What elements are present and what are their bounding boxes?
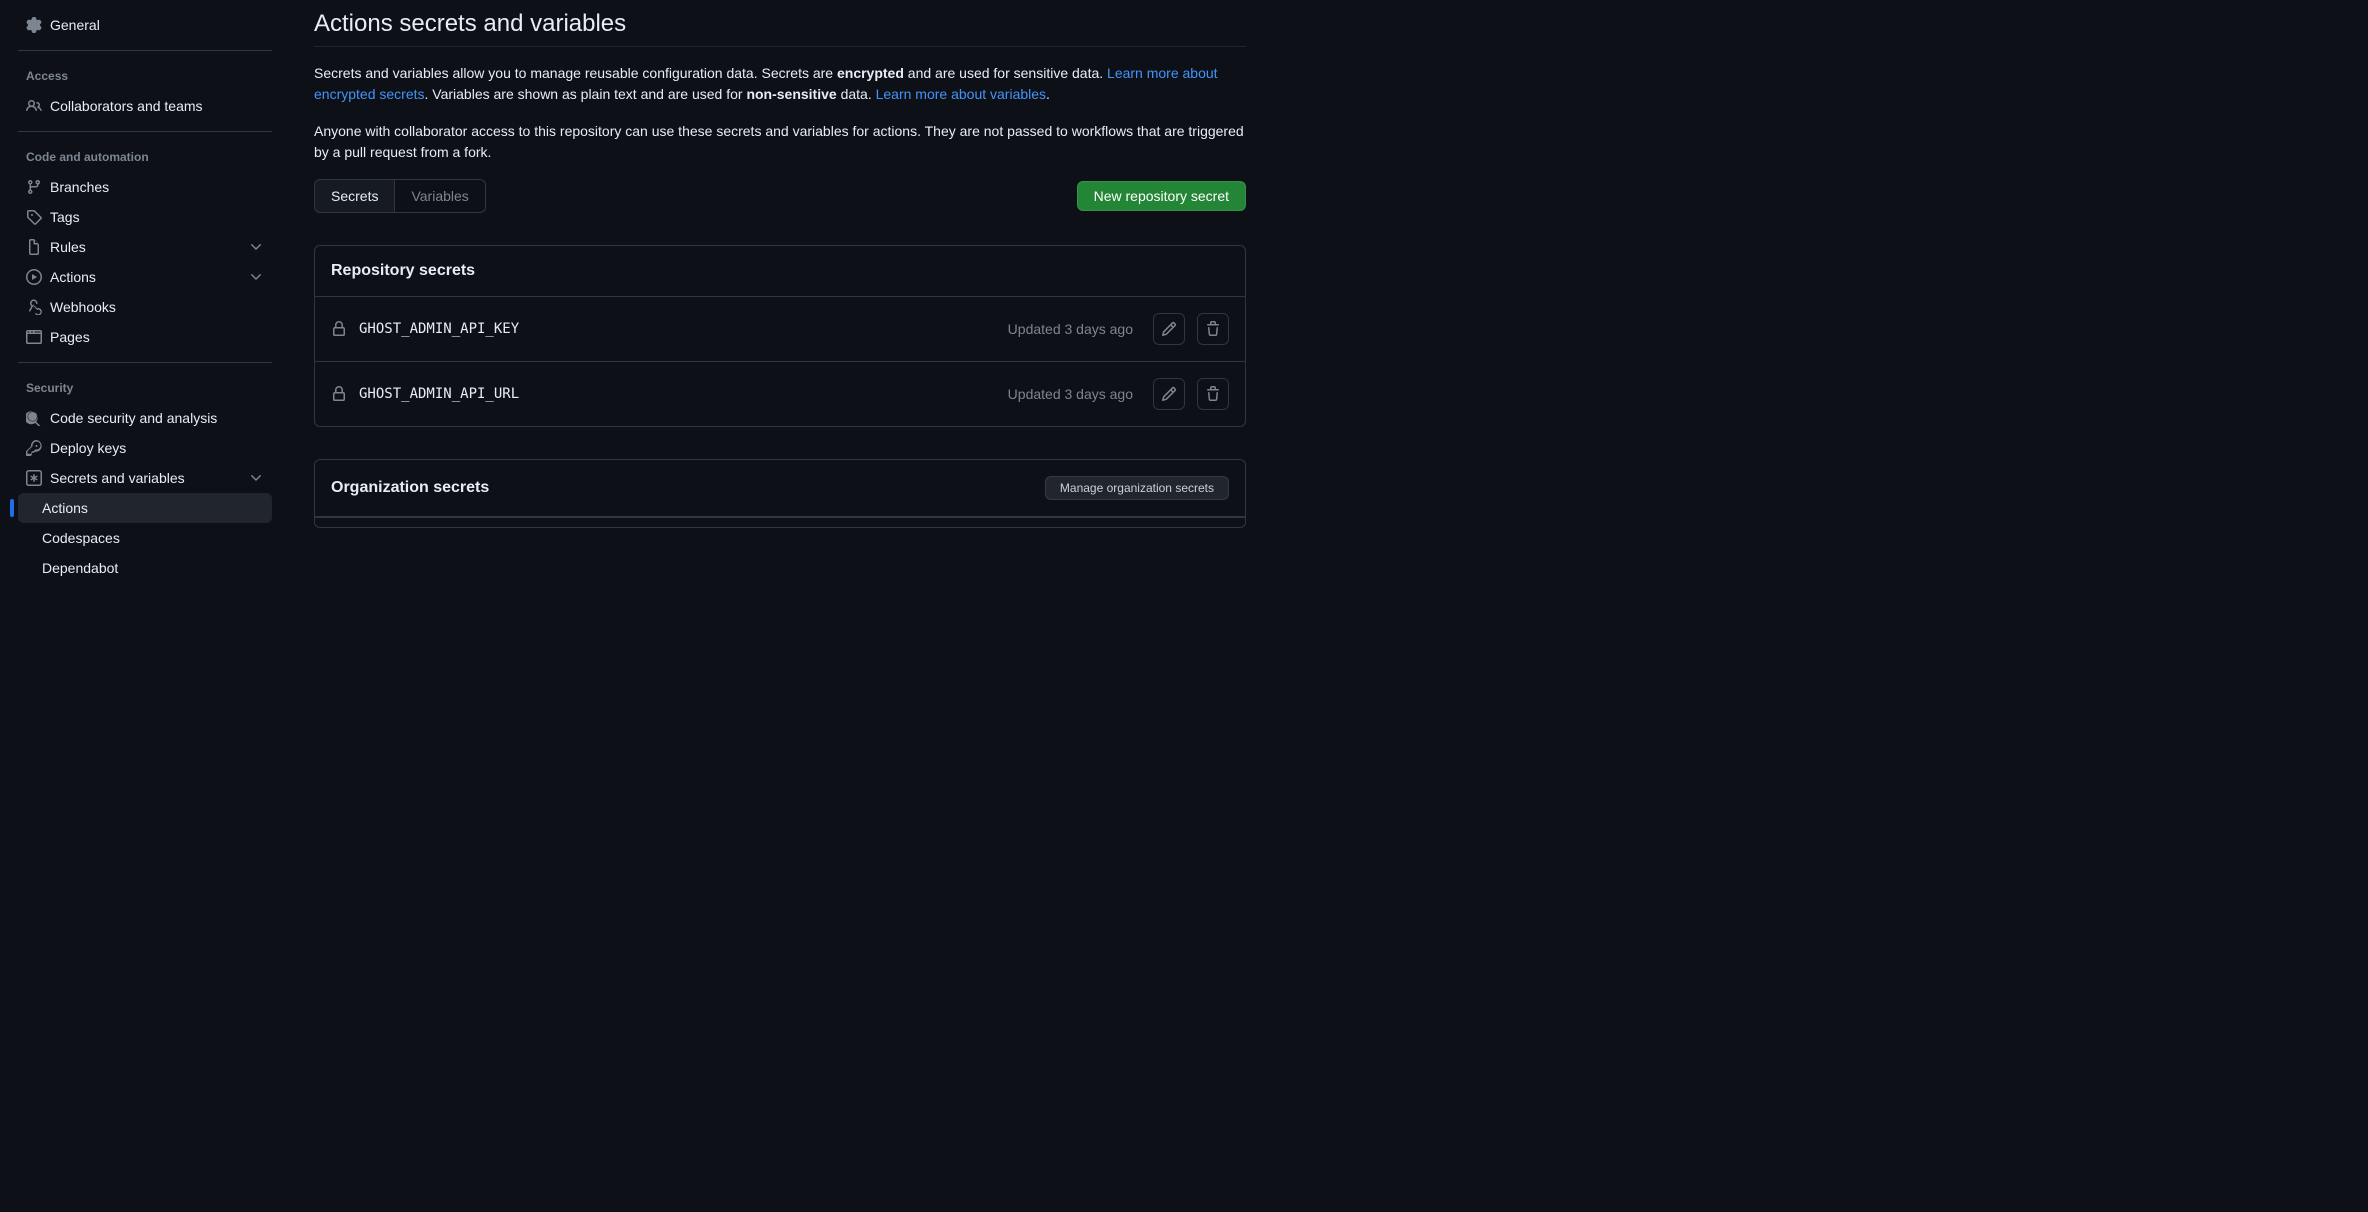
empty-row bbox=[315, 517, 1245, 527]
page-title: Actions secrets and variables bbox=[314, 10, 1246, 47]
sidebar-item-label: Branches bbox=[50, 179, 109, 195]
delete-secret-button[interactable] bbox=[1197, 313, 1229, 345]
secret-updated: Updated 3 days ago bbox=[1008, 321, 1133, 337]
sidebar-heading-code-automation: Code and automation bbox=[18, 142, 272, 172]
sidebar-item-branches[interactable]: Branches bbox=[18, 172, 272, 202]
sidebar-item-label: Dependabot bbox=[42, 560, 118, 576]
text: Secrets and variables allow you to manag… bbox=[314, 65, 837, 81]
lock-icon bbox=[331, 321, 347, 337]
git-branch-icon bbox=[26, 179, 42, 195]
sidebar-item-label: Collaborators and teams bbox=[50, 98, 203, 114]
tab-row: Secrets Variables New repository secret bbox=[314, 179, 1246, 213]
organization-secrets-header: Organization secrets Manage organization… bbox=[315, 460, 1245, 517]
edit-secret-button[interactable] bbox=[1153, 313, 1185, 345]
tabs: Secrets Variables bbox=[314, 179, 486, 213]
sidebar-item-label: Secrets and variables bbox=[50, 470, 185, 486]
sidebar-subitem-codespaces[interactable]: Codespaces bbox=[18, 523, 272, 553]
repo-push-icon bbox=[26, 239, 42, 255]
sidebar-subitem-actions[interactable]: Actions bbox=[18, 493, 272, 523]
play-icon bbox=[26, 269, 42, 285]
sidebar-item-tags[interactable]: Tags bbox=[18, 202, 272, 232]
chevron-down-icon bbox=[248, 470, 264, 486]
sidebar-item-webhooks[interactable]: Webhooks bbox=[18, 292, 272, 322]
browser-icon bbox=[26, 329, 42, 345]
text: . Variables are shown as plain text and … bbox=[425, 86, 747, 102]
trash-icon bbox=[1205, 386, 1221, 402]
sidebar-item-general[interactable]: General bbox=[18, 10, 272, 40]
repository-secrets-heading: Repository secrets bbox=[315, 246, 1245, 297]
settings-sidebar: General Access Collaborators and teams C… bbox=[0, 0, 290, 1212]
sidebar-heading-access: Access bbox=[18, 61, 272, 91]
link-learn-variables[interactable]: Learn more about variables bbox=[876, 86, 1046, 102]
sidebar-item-label: Pages bbox=[50, 329, 90, 345]
lock-icon bbox=[331, 386, 347, 402]
text-bold: non-sensitive bbox=[746, 86, 836, 102]
sidebar-item-collaborators[interactable]: Collaborators and teams bbox=[18, 91, 272, 121]
description-paragraph-2: Anyone with collaborator access to this … bbox=[314, 121, 1246, 163]
sidebar-item-label: Codespaces bbox=[42, 530, 120, 546]
sidebar-item-label: Actions bbox=[42, 500, 88, 516]
divider bbox=[18, 50, 272, 51]
gear-icon bbox=[26, 17, 42, 33]
tab-secrets[interactable]: Secrets bbox=[314, 179, 395, 213]
sidebar-item-code-security[interactable]: Code security and analysis bbox=[18, 403, 272, 433]
codescan-icon bbox=[26, 410, 42, 426]
sidebar-item-actions[interactable]: Actions bbox=[18, 262, 272, 292]
manage-organization-secrets-button[interactable]: Manage organization secrets bbox=[1045, 476, 1229, 500]
divider bbox=[18, 362, 272, 363]
new-repository-secret-button[interactable]: New repository secret bbox=[1077, 181, 1246, 211]
divider bbox=[18, 131, 272, 132]
sidebar-item-label: Code security and analysis bbox=[50, 410, 217, 426]
sidebar-item-label: Actions bbox=[50, 269, 96, 285]
chevron-down-icon bbox=[248, 239, 264, 255]
webhook-icon bbox=[26, 299, 42, 315]
repository-secrets-panel: Repository secrets GHOST_ADMIN_API_KEY U… bbox=[314, 245, 1246, 427]
edit-secret-button[interactable] bbox=[1153, 378, 1185, 410]
sidebar-heading-security: Security bbox=[18, 373, 272, 403]
key-asterisk-icon bbox=[26, 470, 42, 486]
secret-name: GHOST_ADMIN_API_KEY bbox=[359, 321, 996, 337]
tag-icon bbox=[26, 209, 42, 225]
chevron-down-icon bbox=[248, 269, 264, 285]
secret-row: GHOST_ADMIN_API_KEY Updated 3 days ago bbox=[315, 297, 1245, 362]
sidebar-item-label: General bbox=[50, 17, 100, 33]
delete-secret-button[interactable] bbox=[1197, 378, 1229, 410]
sidebar-item-label: Deploy keys bbox=[50, 440, 126, 456]
description-paragraph-1: Secrets and variables allow you to manag… bbox=[314, 63, 1246, 105]
pencil-icon bbox=[1161, 386, 1177, 402]
sidebar-item-secrets-variables[interactable]: Secrets and variables bbox=[18, 463, 272, 493]
sidebar-item-label: Rules bbox=[50, 239, 86, 255]
organization-secrets-heading: Organization secrets bbox=[331, 479, 489, 497]
text-bold: encrypted bbox=[837, 65, 904, 81]
main-content: Actions secrets and variables Secrets an… bbox=[290, 0, 1270, 1212]
trash-icon bbox=[1205, 321, 1221, 337]
people-icon bbox=[26, 98, 42, 114]
text: and are used for sensitive data. bbox=[904, 65, 1107, 81]
tab-variables[interactable]: Variables bbox=[395, 179, 485, 213]
sidebar-item-rules[interactable]: Rules bbox=[18, 232, 272, 262]
secret-row: GHOST_ADMIN_API_URL Updated 3 days ago bbox=[315, 362, 1245, 426]
organization-secrets-panel: Organization secrets Manage organization… bbox=[314, 459, 1246, 528]
sidebar-item-deploy-keys[interactable]: Deploy keys bbox=[18, 433, 272, 463]
secret-name: GHOST_ADMIN_API_URL bbox=[359, 386, 996, 402]
text: data. bbox=[837, 86, 876, 102]
pencil-icon bbox=[1161, 321, 1177, 337]
secret-updated: Updated 3 days ago bbox=[1008, 386, 1133, 402]
sidebar-item-pages[interactable]: Pages bbox=[18, 322, 272, 352]
sidebar-item-label: Webhooks bbox=[50, 299, 116, 315]
sidebar-subitem-dependabot[interactable]: Dependabot bbox=[18, 553, 272, 583]
sidebar-item-label: Tags bbox=[50, 209, 80, 225]
text: . bbox=[1046, 86, 1050, 102]
key-icon bbox=[26, 440, 42, 456]
